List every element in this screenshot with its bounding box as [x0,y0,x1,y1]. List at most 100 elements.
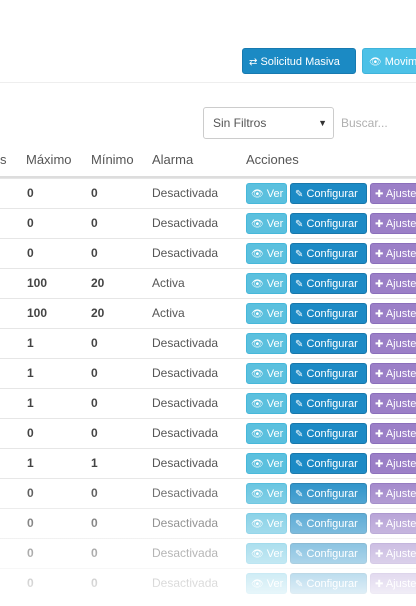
movimientos-label: Movim [384,56,416,68]
eye-icon: 👁 [251,369,264,380]
ver-button[interactable]: 👁 Ver [246,393,287,414]
eye-icon: 👁 [251,549,264,560]
plus-icon: ✚ [375,429,384,440]
plus-icon: ✚ [375,459,384,470]
cell-minimo: 20 [91,276,105,290]
configurar-button[interactable]: ✎ Configurar [290,393,367,414]
ver-label: Ver [266,548,284,560]
ver-button[interactable]: 👁 Ver [246,543,287,564]
search-input[interactable]: Buscar... [341,116,388,130]
cell-alarma: Desactivada [152,246,219,260]
ver-label: Ver [266,188,284,200]
ver-button[interactable]: 👁 Ver [246,273,287,294]
edit-icon: ✎ [295,429,304,440]
configurar-button[interactable]: ✎ Configurar [290,573,367,594]
table-row: 1 0 Desactivada 👁 Ver ✎ Configurar ✚ Ajuste [0,328,416,359]
ver-button[interactable]: 👁 Ver [246,213,287,234]
edit-icon: ✎ [295,579,304,590]
plus-icon: ✚ [375,519,384,530]
configurar-label: Configurar [306,488,358,500]
cell-minimo: 1 [91,456,98,470]
table-row: 0 0 Desactivada 👁 Ver ✎ Configurar ✚ Ajuste [0,208,416,239]
ajuste-button[interactable]: ✚ Ajuste [370,333,416,354]
configurar-button[interactable]: ✎ Configurar [290,453,367,474]
cell-maximo: 100 [27,276,48,290]
ajuste-label: Ajuste [385,368,416,380]
configurar-label: Configurar [306,338,358,350]
cell-maximo: 1 [27,456,34,470]
configurar-button[interactable]: ✎ Configurar [290,363,367,384]
ajuste-button[interactable]: ✚ Ajuste [370,303,416,324]
eye-icon: 👁 [251,399,264,410]
cell-minimo: 20 [91,306,105,320]
table-row: 1 0 Desactivada 👁 Ver ✎ Configurar ✚ Ajuste [0,388,416,419]
eye-icon: 👁 [251,339,264,350]
ver-button[interactable]: 👁 Ver [246,453,287,474]
cell-minimo: 0 [91,486,98,500]
cell-maximo: 0 [27,426,34,440]
ajuste-button[interactable]: ✚ Ajuste [370,483,416,504]
ajuste-button[interactable]: ✚ Ajuste [370,243,416,264]
ajuste-button[interactable]: ✚ Ajuste [370,273,416,294]
ajuste-button[interactable]: ✚ Ajuste [370,183,416,204]
ajuste-button[interactable]: ✚ Ajuste [370,393,416,414]
ajuste-label: Ajuste [385,398,416,410]
ver-button[interactable]: 👁 Ver [246,483,287,504]
cell-maximo: 100 [27,306,48,320]
header-maximo[interactable]: Máximo [26,152,72,167]
configurar-label: Configurar [306,458,358,470]
cell-alarma: Desactivada [152,546,219,560]
ver-button[interactable]: 👁 Ver [246,513,287,534]
header-alarma[interactable]: Alarma [152,152,193,167]
configurar-label: Configurar [306,218,358,230]
configurar-button[interactable]: ✎ Configurar [290,333,367,354]
ajuste-button[interactable]: ✚ Ajuste [370,453,416,474]
configurar-button[interactable]: ✎ Configurar [290,273,367,294]
configurar-button[interactable]: ✎ Configurar [290,183,367,204]
cell-maximo: 0 [27,546,34,560]
cell-alarma: Activa [152,276,185,290]
ver-button[interactable]: 👁 Ver [246,423,287,444]
caret-down-icon: ▼ [318,118,327,128]
ajuste-button[interactable]: ✚ Ajuste [370,573,416,594]
ver-button[interactable]: 👁 Ver [246,183,287,204]
ajuste-label: Ajuste [385,488,416,500]
eye-icon: 👁 [251,189,264,200]
ajuste-button[interactable]: ✚ Ajuste [370,363,416,384]
table-row: 1 1 Desactivada 👁 Ver ✎ Configurar ✚ Ajuste [0,448,416,479]
configurar-button[interactable]: ✎ Configurar [290,483,367,504]
ver-label: Ver [266,578,284,590]
solicitud-masiva-button[interactable]: ⇄ Solicitud Masiva [242,48,356,74]
ver-button[interactable]: 👁 Ver [246,333,287,354]
filter-select[interactable]: Sin Filtros ▼ [203,107,334,139]
plus-icon: ✚ [375,249,384,260]
configurar-label: Configurar [306,548,358,560]
configurar-button[interactable]: ✎ Configurar [290,303,367,324]
ajuste-button[interactable]: ✚ Ajuste [370,213,416,234]
cell-alarma: Desactivada [152,576,219,590]
ver-label: Ver [266,368,284,380]
movimientos-button[interactable]: 👁 Movim [362,48,416,74]
configurar-button[interactable]: ✎ Configurar [290,243,367,264]
ajuste-button[interactable]: ✚ Ajuste [370,423,416,444]
ver-button[interactable]: 👁 Ver [246,363,287,384]
ver-label: Ver [266,398,284,410]
configurar-button[interactable]: ✎ Configurar [290,423,367,444]
cell-minimo: 0 [91,186,98,200]
ajuste-button[interactable]: ✚ Ajuste [370,513,416,534]
edit-icon: ✎ [295,279,304,290]
configurar-button[interactable]: ✎ Configurar [290,513,367,534]
ajuste-label: Ajuste [385,578,416,590]
ver-button[interactable]: 👁 Ver [246,573,287,594]
header-partial: s [0,152,7,167]
table-row: 0 0 Desactivada 👁 Ver ✎ Configurar ✚ Ajuste [0,568,416,599]
configurar-label: Configurar [306,278,358,290]
table-row: 0 0 Desactivada 👁 Ver ✎ Configurar ✚ Ajuste [0,478,416,509]
header-minimo[interactable]: Mínimo [91,152,134,167]
configurar-label: Configurar [306,428,358,440]
ajuste-button[interactable]: ✚ Ajuste [370,543,416,564]
ver-button[interactable]: 👁 Ver [246,243,287,264]
configurar-button[interactable]: ✎ Configurar [290,213,367,234]
ver-button[interactable]: 👁 Ver [246,303,287,324]
configurar-button[interactable]: ✎ Configurar [290,543,367,564]
